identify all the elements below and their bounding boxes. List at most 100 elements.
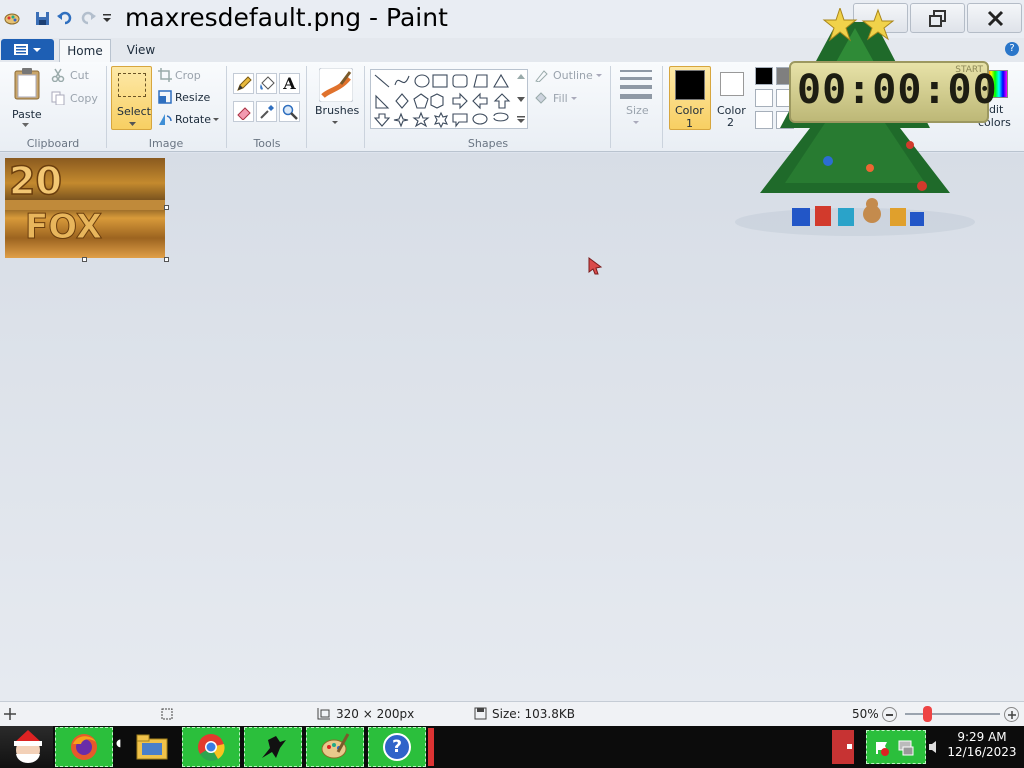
countdown-clock-gadget[interactable]: 00:00:00 START <box>789 61 997 123</box>
chevron-down-icon <box>596 74 602 77</box>
file-size: Size: 103.8KB <box>492 707 575 721</box>
select-button[interactable]: Select <box>111 66 152 130</box>
zoom-slider-thumb[interactable] <box>923 706 932 722</box>
outline-label: Outline <box>553 69 593 82</box>
group-separator <box>662 66 663 148</box>
rotate-button[interactable]: Rotate <box>158 112 220 128</box>
taskbar-chrome[interactable] <box>182 727 240 767</box>
mouse-cursor <box>588 257 603 275</box>
rotate-label: Rotate <box>175 113 212 126</box>
resize-handle[interactable] <box>164 257 169 262</box>
zoom-in-button[interactable] <box>1004 707 1019 722</box>
image-content: 20 FOX <box>5 158 165 248</box>
tools-group-label: Tools <box>253 137 281 150</box>
pencil-tool[interactable] <box>233 73 254 94</box>
taskbar-separator: ◖ <box>116 738 122 749</box>
group-separator <box>364 66 365 148</box>
image-dimensions: 320 × 200px <box>336 707 415 721</box>
resize-icon <box>158 90 172 104</box>
tray-network[interactable] <box>866 730 926 764</box>
taskbar-paint[interactable] <box>306 727 364 767</box>
undo-icon[interactable] <box>56 9 74 27</box>
cut-button[interactable]: Cut <box>51 68 101 84</box>
taskbar-firefox[interactable] <box>55 727 113 767</box>
paste-label: Paste <box>12 108 42 121</box>
disk-icon <box>474 707 487 720</box>
color1-swatch <box>675 70 705 100</box>
line-size-icon <box>620 70 652 99</box>
taskbar-game[interactable] <box>244 727 302 767</box>
scroll-down-icon[interactable] <box>517 95 525 103</box>
magnifier-tool[interactable] <box>279 101 300 122</box>
resize-handle[interactable] <box>82 257 87 262</box>
chevron-down-icon <box>633 121 639 124</box>
firefox-icon <box>71 734 97 760</box>
taskbar: ◖ ? 9:29 AM 12/16/2023 <box>0 726 1024 768</box>
menu-icon <box>14 44 41 55</box>
christmas-tree-gadget[interactable] <box>720 6 990 244</box>
color-picker-tool[interactable] <box>256 101 277 122</box>
size-button[interactable]: Size <box>617 66 657 130</box>
action-center-icon <box>876 742 889 756</box>
gallery-more-icon[interactable] <box>517 116 525 124</box>
fill-tool[interactable] <box>256 73 277 94</box>
pencil-icon <box>236 75 252 91</box>
chevron-down-icon <box>129 122 136 126</box>
group-separator <box>306 66 307 148</box>
tab-home[interactable]: Home <box>59 39 111 62</box>
image-canvas[interactable]: 20 FOX <box>5 158 165 258</box>
crop-button[interactable]: Crop <box>158 68 208 84</box>
zoom-level: 50% <box>852 707 879 721</box>
selection-size-icon <box>161 708 173 720</box>
text-tool[interactable]: A <box>279 73 300 94</box>
color1-button[interactable]: Color 1 <box>669 66 711 130</box>
redo-icon[interactable] <box>79 9 97 27</box>
volume-icon[interactable] <box>928 740 940 754</box>
copy-button[interactable]: Copy <box>51 91 101 107</box>
selection-icon <box>118 73 146 97</box>
brushes-button[interactable]: Brushes <box>312 66 359 130</box>
eraser-tool[interactable] <box>233 101 254 122</box>
image-dimensions-icon <box>317 708 330 720</box>
plus-icon <box>1008 711 1016 719</box>
clock-start-label[interactable]: START <box>955 65 983 75</box>
size-label: Size <box>626 104 649 117</box>
system-clock[interactable]: 9:29 AM 12/16/2023 <box>940 730 1024 760</box>
paint-icon <box>321 733 350 759</box>
chevron-down-icon <box>571 97 577 100</box>
clock-time: 9:29 AM <box>957 730 1007 744</box>
outline-button[interactable]: Outline <box>534 68 604 84</box>
scroll-up-icon[interactable] <box>517 73 525 81</box>
shapes-group-label: Shapes <box>467 137 509 150</box>
clipboard-group-label: Clipboard <box>26 137 80 150</box>
tray-marker <box>832 730 854 764</box>
scissors-icon <box>51 68 65 82</box>
tab-view[interactable]: View <box>118 39 164 62</box>
help-icon[interactable]: ? <box>1005 42 1019 56</box>
color1-label: Color <box>675 104 704 117</box>
santa-icon <box>14 730 42 763</box>
zoom-out-button[interactable] <box>882 707 897 722</box>
taskbar-help[interactable]: ? <box>368 727 426 767</box>
shapes-gallery[interactable] <box>370 69 528 129</box>
resize-button[interactable]: Resize <box>158 90 213 106</box>
crop-icon <box>158 68 172 82</box>
resize-handle[interactable] <box>164 205 169 210</box>
clipboard-icon <box>14 68 40 100</box>
group-separator <box>610 66 611 148</box>
chevron-down-icon <box>332 121 338 124</box>
customize-dropdown-icon[interactable] <box>98 9 116 27</box>
cut-label: Cut <box>70 69 89 82</box>
start-button[interactable] <box>0 726 53 768</box>
file-menu-button[interactable] <box>1 39 54 60</box>
paint-app-icon[interactable] <box>3 9 21 27</box>
game-icon <box>262 736 286 758</box>
fill-button[interactable]: Fill <box>534 91 584 107</box>
save-icon[interactable] <box>33 9 51 27</box>
taskbar-explorer[interactable] <box>125 727 179 767</box>
taskbar-marker <box>428 728 434 766</box>
zoom-slider[interactable] <box>905 706 1000 722</box>
clock-date: 12/16/2023 <box>947 745 1017 759</box>
paste-button[interactable]: Paste <box>6 66 46 130</box>
window-title: maxresdefault.png - Paint <box>125 3 448 32</box>
